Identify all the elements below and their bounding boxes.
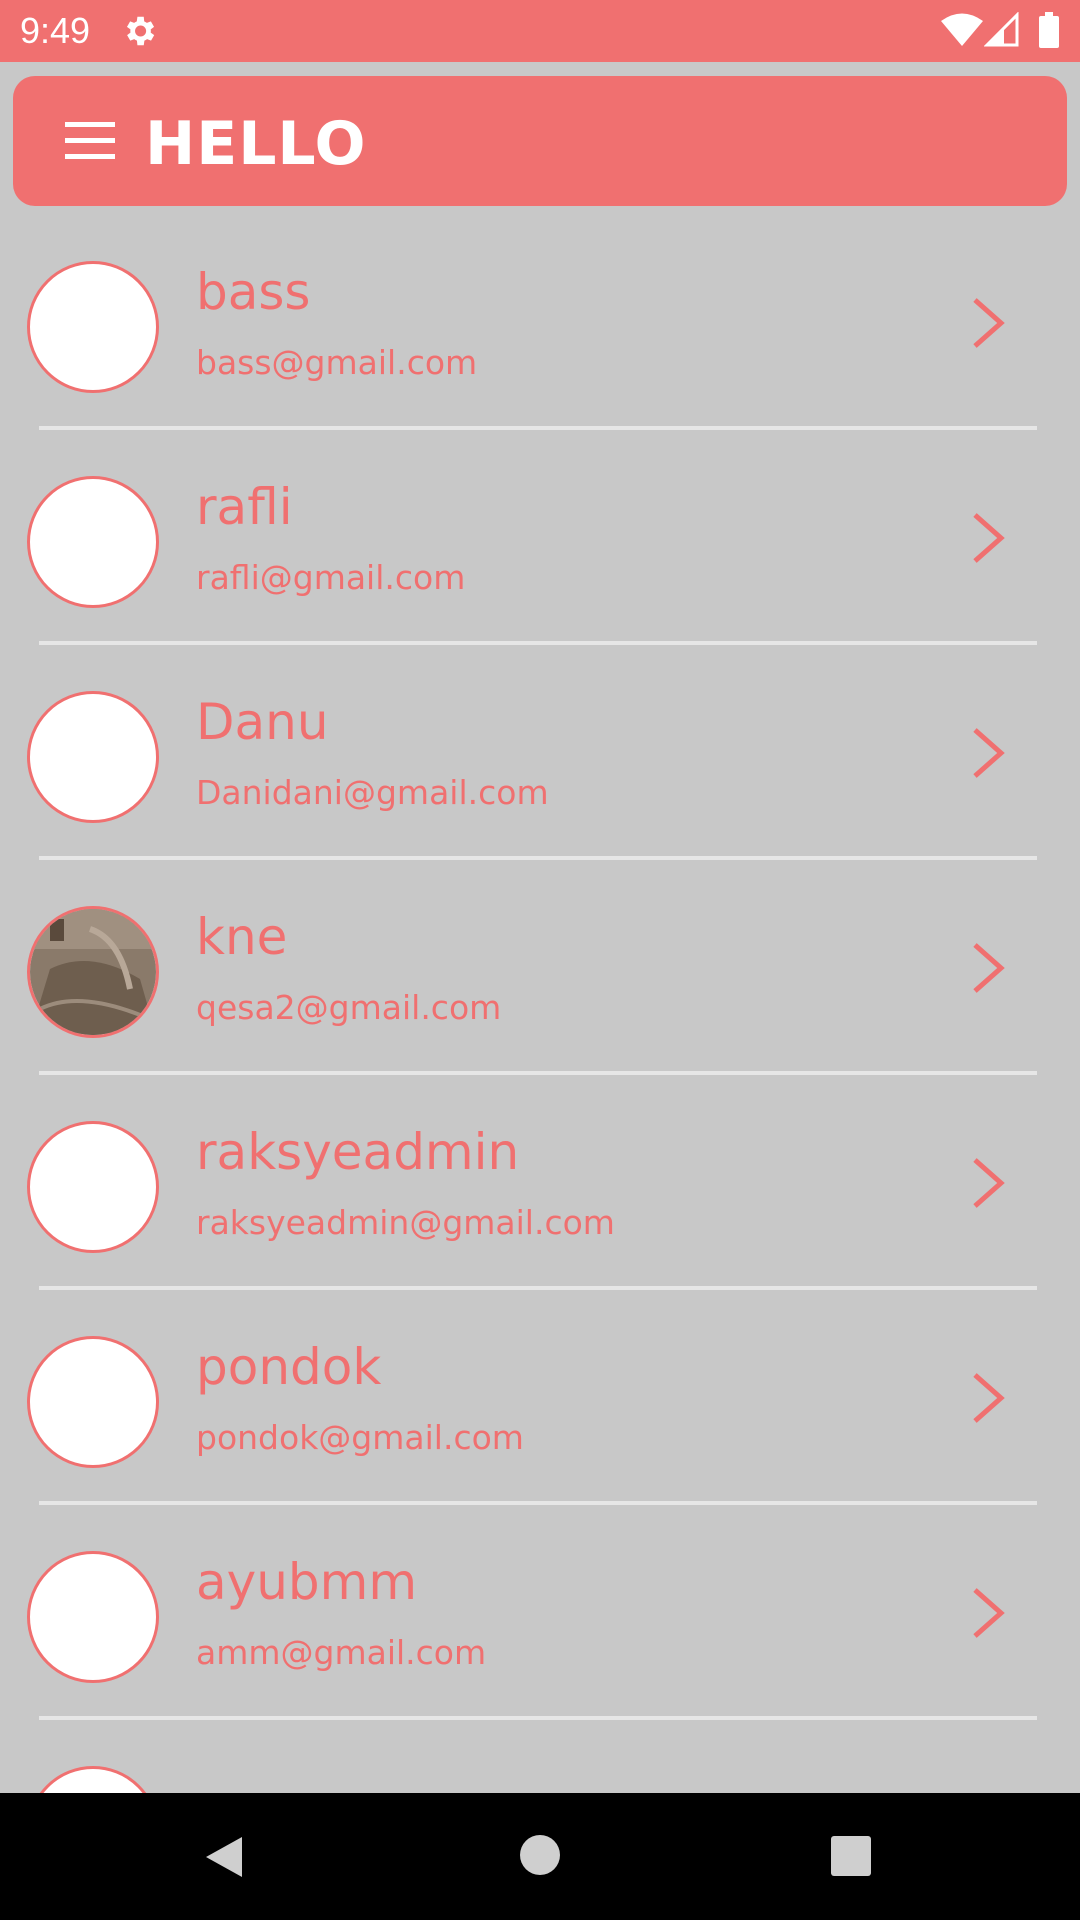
battery-icon	[1039, 12, 1059, 48]
list-item[interactable]: bass bass@gmail.com	[0, 215, 1080, 430]
navigation-bar	[0, 1793, 1080, 1920]
list-item[interactable]: Danu Danidani@gmail.com	[0, 645, 1080, 860]
chevron-right-icon	[973, 513, 1005, 563]
user-email: Danidani@gmail.com	[196, 773, 549, 812]
chevron-right-icon	[973, 1158, 1005, 1208]
avatar-photo-image	[30, 909, 156, 1035]
user-list[interactable]: bass bass@gmail.com rafli rafli@gmail.co…	[0, 215, 1080, 1793]
user-name: kne	[196, 908, 288, 966]
hamburger-menu-icon[interactable]	[53, 114, 129, 170]
home-icon[interactable]	[518, 1833, 562, 1877]
list-item[interactable]: ayubmm amm@gmail.com	[0, 1505, 1080, 1720]
back-icon[interactable]	[200, 1833, 248, 1881]
user-name: Danu	[196, 693, 329, 751]
user-email: qesa2@gmail.com	[196, 988, 502, 1027]
chevron-right-icon	[973, 728, 1005, 778]
chevron-right-icon	[973, 1588, 1005, 1638]
status-bar: 9:49	[0, 0, 1080, 62]
list-item[interactable]: raksyeadmin raksyeadmin@gmail.com	[0, 1075, 1080, 1290]
user-email: bass@gmail.com	[196, 343, 478, 382]
avatar	[27, 691, 159, 823]
user-name: bass	[196, 263, 311, 321]
user-email: rafli@gmail.com	[196, 558, 466, 597]
list-item[interactable]: rafli rafli@gmail.com	[0, 430, 1080, 645]
avatar	[27, 476, 159, 608]
status-time: 9:49	[20, 10, 91, 51]
signal-icon	[984, 12, 1019, 47]
chevron-right-icon	[973, 298, 1005, 348]
app-bar: HELLO	[13, 76, 1067, 206]
wifi-icon	[941, 13, 983, 46]
user-email: pondok@gmail.com	[196, 1418, 524, 1457]
avatar	[27, 1336, 159, 1468]
avatar	[27, 261, 159, 393]
avatar	[27, 1121, 159, 1253]
list-item[interactable]: pondok pondok@gmail.com	[0, 1290, 1080, 1505]
user-email: raksyeadmin@gmail.com	[196, 1203, 615, 1242]
user-name: rafli	[196, 478, 293, 536]
user-name: pondok	[196, 1338, 382, 1396]
avatar	[27, 1766, 159, 1793]
list-item-partial[interactable]	[0, 1720, 1080, 1793]
avatar	[27, 1551, 159, 1683]
avatar-photo	[27, 906, 159, 1038]
chevron-right-icon	[973, 1373, 1005, 1423]
user-email: amm@gmail.com	[196, 1633, 487, 1672]
user-name: ayubmm	[196, 1553, 418, 1611]
user-name: raksyeadmin	[196, 1123, 520, 1181]
app-title: HELLO	[145, 109, 367, 179]
chevron-right-icon	[973, 943, 1005, 993]
recents-icon[interactable]	[830, 1835, 872, 1877]
gear-icon	[126, 16, 155, 46]
list-item[interactable]: kne qesa2@gmail.com	[0, 860, 1080, 1075]
